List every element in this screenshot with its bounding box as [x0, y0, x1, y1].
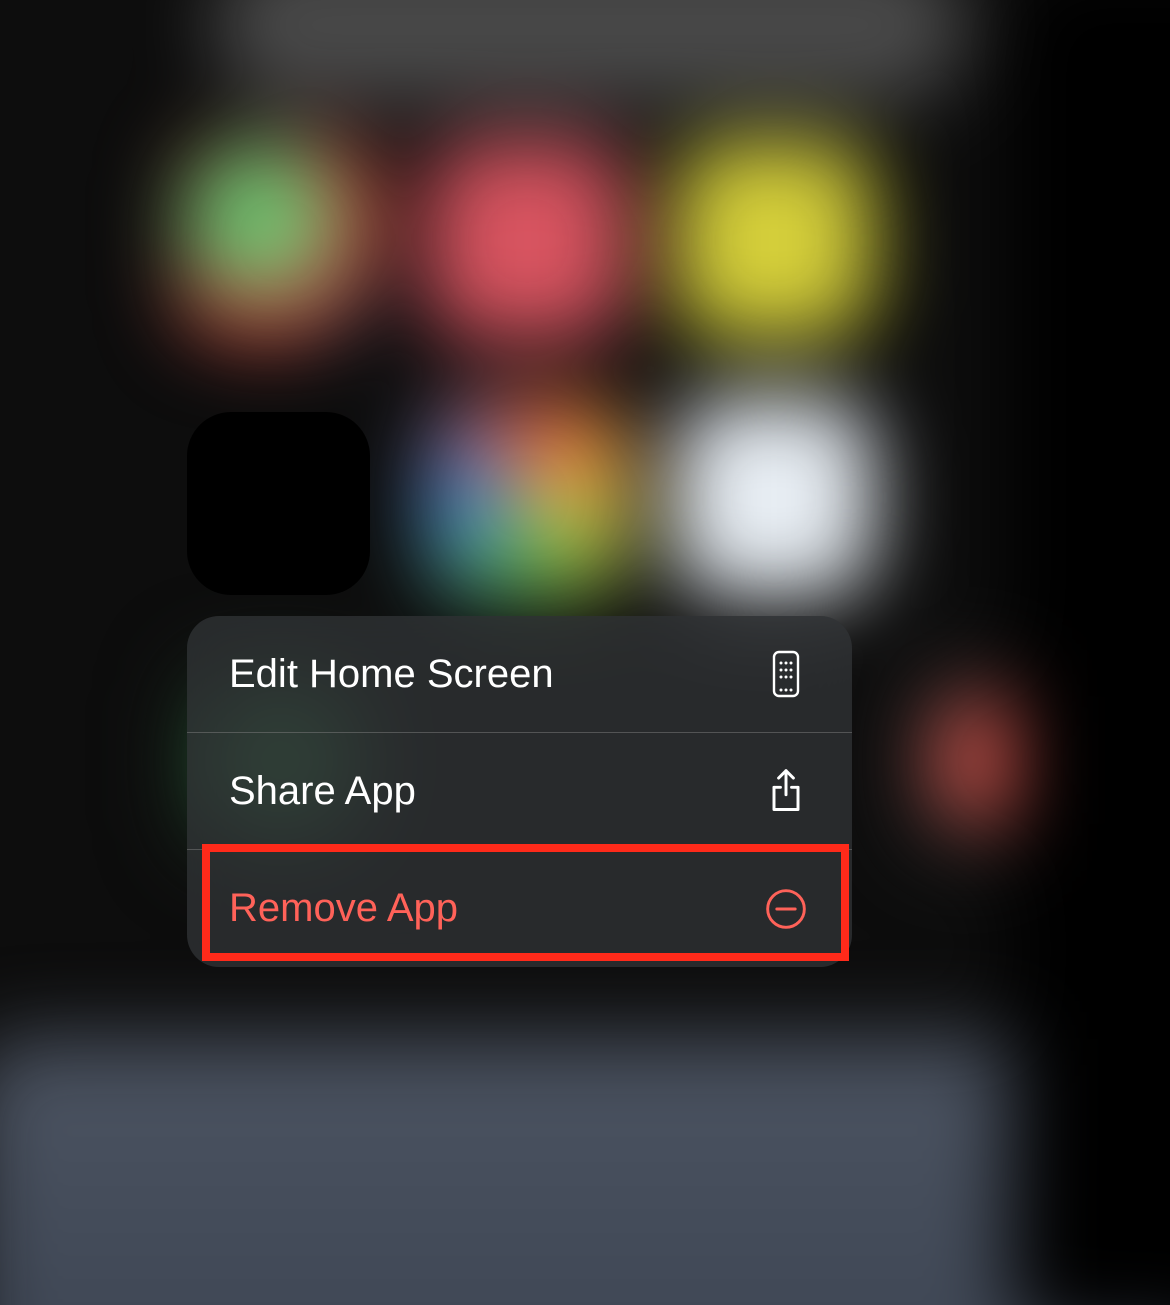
menu-item-label: Share App [229, 769, 416, 814]
menu-item-share-app[interactable]: Share App [187, 733, 852, 850]
app-context-menu: Edit Home Screen Share App [187, 616, 852, 967]
menu-item-remove-app[interactable]: Remove App [187, 850, 852, 967]
menu-item-label: Edit Home Screen [229, 652, 554, 697]
apps-grid-icon [762, 650, 810, 698]
share-icon [762, 767, 810, 815]
selected-app-icon[interactable] [187, 412, 370, 595]
menu-item-label: Remove App [229, 886, 458, 931]
minus-circle-icon [762, 885, 810, 933]
menu-item-edit-home-screen[interactable]: Edit Home Screen [187, 616, 852, 733]
